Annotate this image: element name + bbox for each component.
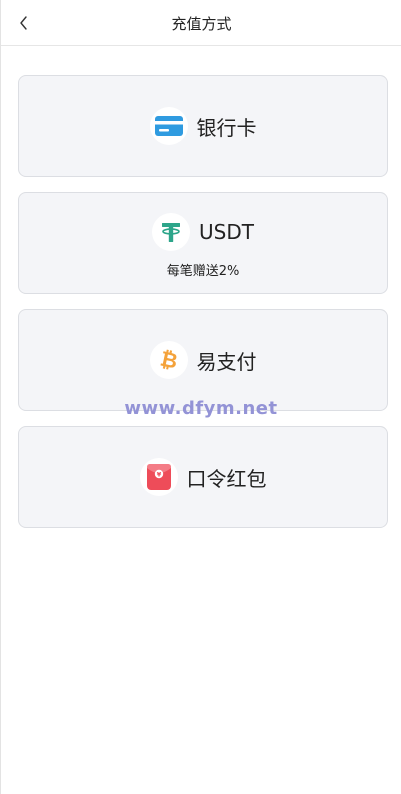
method-label: USDT xyxy=(199,220,254,244)
icon-badge xyxy=(149,107,188,145)
method-row: ¥ 口令红包 xyxy=(19,458,387,496)
method-label: 易支付 xyxy=(196,349,257,374)
method-row: 银行卡 xyxy=(19,107,387,145)
bank-card-icon xyxy=(154,116,183,136)
app-screen: 充值方式 银行卡 USDT 每笔赠送2% ₿ 易支付 ¥ 口令红包 www.df… xyxy=(0,0,401,794)
svg-text:₿: ₿ xyxy=(158,347,180,373)
bonus-note: 每笔赠送2% xyxy=(166,264,240,279)
method-label: 口令红包 xyxy=(186,466,267,491)
payment-method-red-envelope[interactable]: ¥ 口令红包 xyxy=(18,426,388,528)
svg-text:¥: ¥ xyxy=(156,471,161,479)
watermark: www.dfym.net xyxy=(124,398,278,419)
method-row: USDT xyxy=(19,213,387,251)
red-envelope-icon: ¥ xyxy=(146,464,171,490)
payment-method-usdt[interactable]: USDT 每笔赠送2% xyxy=(18,192,388,294)
bitcoin-icon: ₿ xyxy=(158,347,180,373)
page-title: 充值方式 xyxy=(171,15,232,33)
method-row: ₿ 易支付 xyxy=(19,341,387,379)
tether-icon xyxy=(162,223,181,242)
payment-method-bank-card[interactable]: 银行卡 xyxy=(18,75,388,177)
icon-badge xyxy=(152,213,191,251)
top-bar: 充值方式 xyxy=(1,0,401,46)
method-label: 银行卡 xyxy=(196,115,257,140)
icon-badge: ¥ xyxy=(139,458,178,496)
icon-badge: ₿ xyxy=(149,341,188,379)
payment-method-easy-pay[interactable]: ₿ 易支付 xyxy=(18,309,388,411)
